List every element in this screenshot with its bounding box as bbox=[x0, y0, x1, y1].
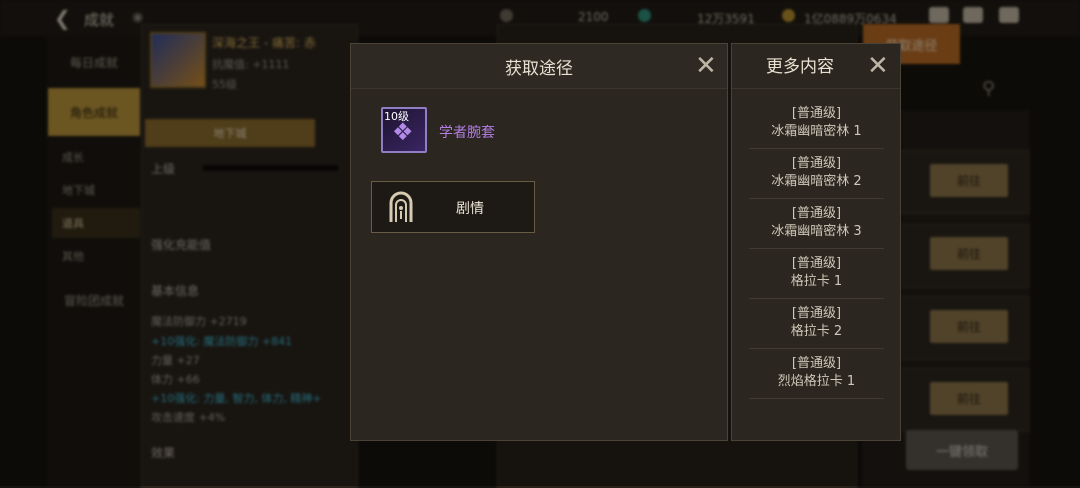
dungeon-name: 烈焰格拉卡 1 bbox=[777, 374, 856, 389]
dungeon-list-item[interactable]: [普通级] 格拉卡 2 bbox=[749, 298, 884, 349]
dungeon-tier: [普通级] bbox=[791, 106, 842, 121]
dungeon-name: 格拉卡 1 bbox=[790, 274, 843, 289]
dungeon-tier: [普通级] bbox=[791, 256, 842, 271]
acquire-modal-title: 获取途径 bbox=[505, 58, 573, 79]
dungeon-list-item[interactable]: [普通级] 格拉卡 1 bbox=[749, 248, 884, 299]
dungeon-list-item[interactable]: [普通级] 烈焰格拉卡 1 bbox=[749, 348, 884, 399]
dungeon-tier: [普通级] bbox=[791, 306, 842, 321]
dungeon-list-item[interactable]: [普通级] 冰霜幽暗密林 3 bbox=[749, 198, 884, 249]
acquire-modal bbox=[350, 43, 728, 441]
dungeon-list-item[interactable]: [普通级] 冰霜幽暗密林 2 bbox=[749, 148, 884, 199]
dungeon-tier: [普通级] bbox=[791, 356, 842, 371]
more-content-title: 更多内容 bbox=[766, 57, 834, 77]
dungeon-list-item[interactable]: [普通级] 冰霜幽暗密林 1 bbox=[749, 98, 884, 149]
gate-icon bbox=[389, 191, 413, 222]
dungeon-tier: [普通级] bbox=[791, 156, 842, 171]
close-icon[interactable]: ✕ bbox=[867, 53, 889, 79]
close-icon[interactable]: ✕ bbox=[695, 53, 717, 79]
dungeon-name: 冰霜幽暗密林 1 bbox=[771, 124, 862, 139]
dungeon-name: 冰霜幽暗密林 3 bbox=[771, 224, 862, 239]
item-level-badge: 10级 bbox=[384, 110, 409, 123]
story-button-label: 剧情 bbox=[456, 201, 484, 217]
dungeon-tier: [普通级] bbox=[791, 206, 842, 221]
item-name: 学者腕套 bbox=[439, 125, 495, 141]
dungeon-name: 冰霜幽暗密林 2 bbox=[771, 174, 862, 189]
dungeon-name: 格拉卡 2 bbox=[790, 324, 843, 339]
